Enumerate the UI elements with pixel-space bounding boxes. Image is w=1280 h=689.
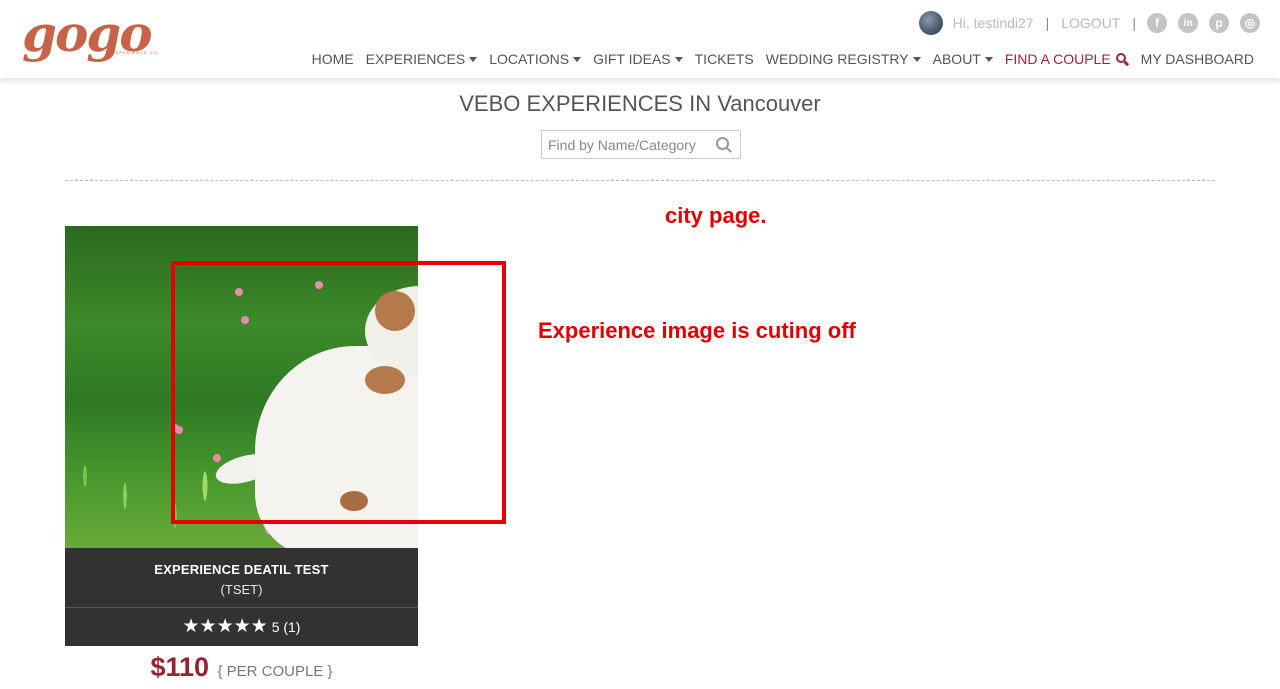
- page-title: VEBO EXPERIENCES IN Vancouver: [459, 91, 821, 116]
- price-unit: { PER COUPLE }: [217, 663, 333, 680]
- price-row: $110 { PER COUPLE }: [65, 652, 418, 683]
- nav-label: GIFT IDEAS: [593, 51, 671, 67]
- linkedin-icon[interactable]: in: [1178, 13, 1198, 33]
- nav-label: ABOUT: [932, 51, 981, 67]
- search-icon[interactable]: [716, 137, 732, 153]
- user-bar: Hi, testindi27 | LOGOUT | f in p ◎: [918, 10, 1260, 36]
- nav-label: HOME: [311, 51, 354, 67]
- nav-about[interactable]: ABOUT: [933, 51, 993, 67]
- instagram-icon[interactable]: ◎: [1240, 13, 1260, 33]
- nav-label: WEDDING REGISTRY: [765, 51, 909, 67]
- rating-text: 5 (1): [271, 618, 301, 635]
- caret-down-icon: [984, 56, 993, 62]
- user-greeting[interactable]: Hi, testindi27: [953, 15, 1034, 31]
- annotation-image-issue: Experience image is cuting off: [538, 318, 856, 343]
- nav-label: EXPERIENCES: [365, 51, 466, 67]
- logo-text: gogo: [22, 4, 153, 63]
- card-title[interactable]: EXPERIENCE DEATIL TEST: [65, 548, 418, 577]
- annotation-city-page: city page.: [665, 203, 767, 228]
- logo[interactable]: gogo EXPERIENCE CO.: [22, 4, 162, 68]
- rating: ★★★★★ 5 (1): [65, 607, 418, 645]
- card-info: EXPERIENCE DEATIL TEST (TSET) ★★★★★ 5 (1…: [65, 548, 418, 646]
- nav-my-dashboard[interactable]: MY DASHBOARD: [1141, 51, 1254, 67]
- nav-gift-ideas[interactable]: GIFT IDEAS: [593, 51, 683, 67]
- site-header: gogo EXPERIENCE CO. Hi, testindi27 | LOG…: [0, 0, 1280, 78]
- logo-subtitle: EXPERIENCE CO.: [112, 50, 161, 55]
- nav-wedding-registry[interactable]: WEDDING REGISTRY: [766, 51, 921, 67]
- main-nav: HOME EXPERIENCES LOCATIONS GIFT IDEAS TI…: [300, 48, 1254, 70]
- nav-experiences[interactable]: EXPERIENCES: [366, 51, 478, 67]
- search-box: [541, 130, 741, 159]
- caret-down-icon: [912, 56, 921, 62]
- price: $110: [150, 652, 210, 682]
- nav-locations[interactable]: LOCATIONS: [489, 51, 582, 67]
- separator: |: [1132, 15, 1136, 31]
- nav-label: FIND A COUPLE: [1004, 51, 1111, 67]
- pinterest-icon[interactable]: p: [1209, 13, 1229, 33]
- divider: [65, 180, 1215, 181]
- search-input[interactable]: [542, 131, 707, 158]
- search-icon: [1115, 52, 1129, 66]
- nav-label: TICKETS: [694, 51, 754, 67]
- facebook-icon[interactable]: f: [1147, 13, 1167, 33]
- nav-tickets[interactable]: TICKETS: [695, 51, 754, 67]
- avatar[interactable]: [918, 11, 943, 35]
- separator: |: [1045, 15, 1050, 31]
- nav-find-a-couple[interactable]: FIND A COUPLE: [1005, 51, 1129, 67]
- caret-down-icon: [469, 56, 478, 62]
- card-code: (TSET): [220, 582, 263, 597]
- star-icons: ★★★★★: [182, 616, 268, 637]
- nav-label: LOCATIONS: [489, 51, 570, 67]
- nav-label: MY DASHBOARD: [1140, 51, 1254, 67]
- nav-home[interactable]: HOME: [312, 51, 354, 67]
- caret-down-icon: [674, 56, 683, 62]
- logout-link[interactable]: LOGOUT: [1061, 15, 1120, 31]
- caret-down-icon: [573, 56, 582, 62]
- annotation-highlight-box: [171, 261, 506, 524]
